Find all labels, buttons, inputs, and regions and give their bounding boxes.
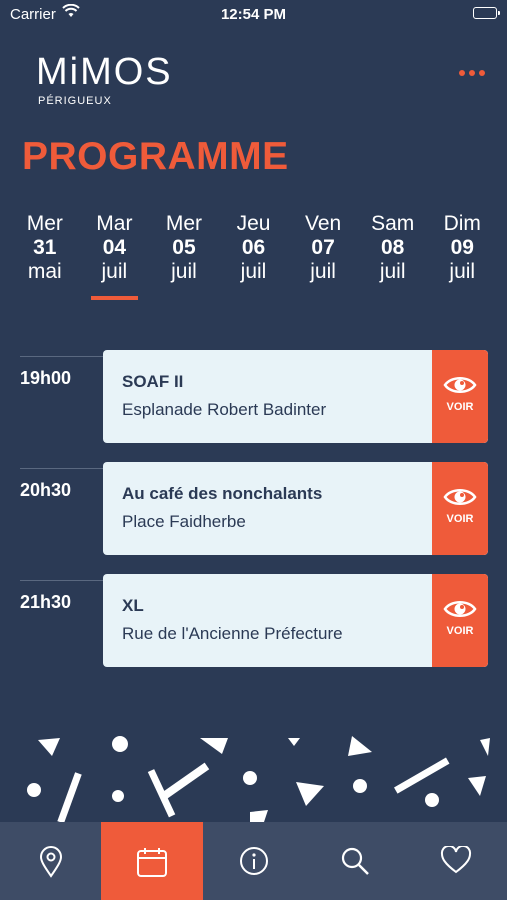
day-tab-6[interactable]: Dim 09 juil [427,212,497,304]
day-tab-1[interactable]: Mar 04 juil [80,212,150,304]
day-tab-5[interactable]: Sam 08 juil [358,212,428,304]
bottom-tab-bar [0,822,507,900]
voir-button[interactable]: VOIR [432,462,488,555]
tab-favorites[interactable] [406,822,507,900]
day-tab-2[interactable]: Mer 05 juil [149,212,219,304]
day-tab-3[interactable]: Jeu 06 juil [219,212,289,304]
event-list: 19h00 SOAF II Esplanade Robert Badinter … [0,350,507,686]
event-time: 21h30 [20,592,72,612]
heart-icon [441,846,472,874]
map-pin-icon [39,846,62,878]
event-row: 19h00 SOAF II Esplanade Robert Badinter … [0,350,507,462]
event-title: Au café des nonchalants [122,484,323,503]
event-place: Place Faidherbe [122,512,246,531]
mimos-logo: MiMOS PÉRIGUEUX [36,50,196,112]
tab-info[interactable] [203,822,304,900]
battery-icon [473,7,500,19]
event-title: SOAF II [122,372,184,391]
event-row: 20h30 Au café des nonchalants Place Faid… [0,462,507,574]
event-time: 20h30 [20,480,72,500]
voir-button[interactable]: VOIR [432,350,488,443]
event-row: 21h30 XL Rue de l'Ancienne Préfecture VO… [0,574,507,686]
day-tab-4[interactable]: Ven 07 juil [288,212,358,304]
eye-icon [443,489,477,505]
selected-day-indicator [90,296,139,300]
logo-word: MiMOS [36,51,173,93]
calendar-icon [137,848,168,877]
tab-search[interactable] [304,822,405,900]
event-place: Esplanade Robert Badinter [122,400,327,419]
voir-label: VOIR [446,625,474,637]
voir-label: VOIR [446,401,474,413]
logo-subtitle: PÉRIGUEUX [38,95,112,107]
event-card[interactable]: Au café des nonchalants Place Faidherbe … [103,462,488,555]
event-title: XL [122,596,144,615]
status-bar: Carrier 12:54 PM [0,0,507,28]
day-tab-0[interactable]: Mer 31 mai [10,212,80,304]
info-icon [239,847,268,875]
tab-map[interactable] [0,822,101,900]
eye-icon [443,377,477,393]
status-time: 12:54 PM [220,6,287,23]
confetti-decoration [27,736,490,822]
event-place: Rue de l'Ancienne Préfecture [122,624,343,643]
tab-programme[interactable] [101,822,203,900]
page-title: PROGRAMME [22,135,289,178]
more-options-icon[interactable] [459,70,485,76]
event-card[interactable]: SOAF II Esplanade Robert Badinter VOIR [103,350,488,443]
search-icon [341,847,369,875]
voir-label: VOIR [446,513,474,525]
divider [20,580,104,581]
event-time: 19h00 [20,368,72,388]
divider [20,468,104,469]
day-selector: Mer 31 mai Mar 04 juil Mer 05 juil Jeu 06 juil V… [10,212,497,304]
voir-button[interactable]: VOIR [432,574,488,667]
event-card[interactable]: XL Rue de l'Ancienne Préfecture VOIR [103,574,488,667]
eye-icon [443,601,477,617]
divider [20,356,104,357]
